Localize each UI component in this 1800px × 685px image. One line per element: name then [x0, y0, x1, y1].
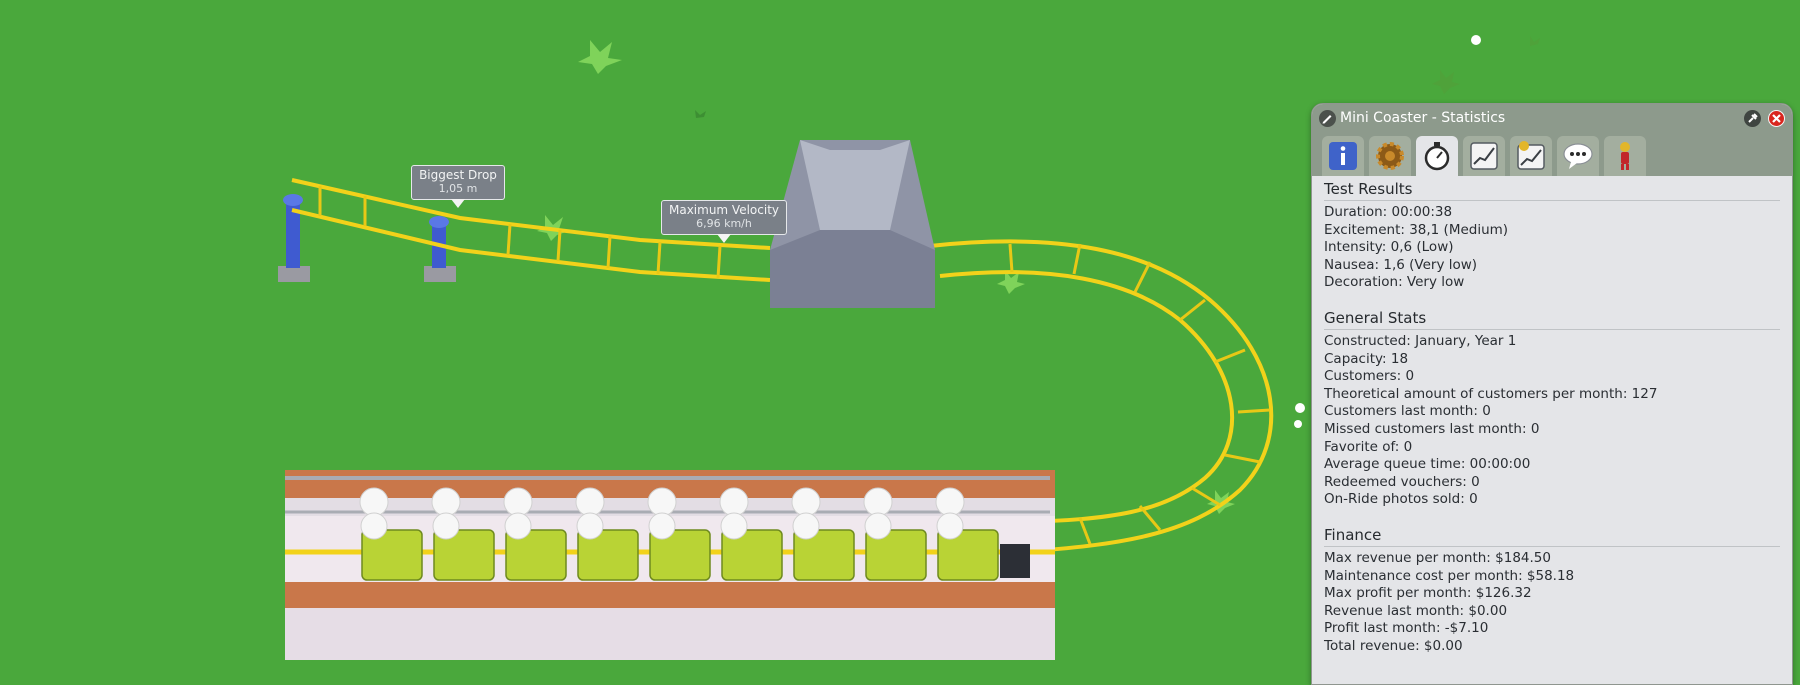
stat-max-revenue: Max revenue per month: $184.50 — [1324, 549, 1551, 566]
stat-missed-customers: Missed customers last month: 0 — [1324, 420, 1540, 437]
stat-theoretical-customers: Theoretical amount of customers per mont… — [1324, 385, 1658, 402]
stat-decoration: Decoration: Very low — [1324, 274, 1465, 291]
marker-value: 6,96 km/h — [696, 217, 752, 230]
tab-guests[interactable] — [1604, 136, 1646, 176]
statistics-content: Test Results Duration: 00:00:38 Exciteme… — [1312, 176, 1792, 684]
tab-finance-graph[interactable] — [1510, 136, 1552, 176]
general-stats-heading: General Stats — [1324, 309, 1780, 330]
gear-icon — [1376, 142, 1404, 170]
tab-info[interactable] — [1322, 136, 1364, 176]
pin-icon[interactable] — [1744, 110, 1761, 127]
stat-total-revenue: Total revenue: $0.00 — [1324, 637, 1463, 654]
finance-heading: Finance — [1324, 526, 1780, 547]
pencil-icon[interactable] — [1319, 110, 1336, 127]
test-results-heading: Test Results — [1324, 180, 1780, 201]
graph-icon — [1470, 142, 1498, 170]
stat-capacity: Capacity: 18 — [1324, 350, 1409, 367]
stat-duration: Duration: 00:00:38 — [1324, 204, 1453, 220]
stat-constructed: Constructed: January, Year 1 — [1324, 332, 1517, 349]
stat-photos-sold: On-Ride photos sold: 0 — [1324, 491, 1478, 508]
biggest-drop-marker: Biggest Drop 1,05 m — [411, 165, 505, 208]
stat-revenue-last-month: Revenue last month: $0.00 — [1324, 602, 1508, 619]
tab-statistics[interactable] — [1416, 136, 1458, 176]
tab-settings[interactable] — [1369, 136, 1411, 176]
tunnel[interactable] — [770, 140, 935, 308]
stat-excitement: Excitement: 38,1 (Medium) — [1324, 221, 1509, 238]
speech-bubble-icon — [1563, 143, 1593, 169]
stat-favorite-of: Favorite of: 0 — [1324, 438, 1413, 455]
info-icon — [1329, 142, 1357, 170]
stat-max-profit: Max profit per month: $126.32 — [1324, 585, 1532, 602]
tab-graphs[interactable] — [1463, 136, 1505, 176]
max-velocity-marker: Maximum Velocity 6,96 km/h — [661, 200, 787, 243]
stat-maintenance-cost: Maintenance cost per month: $58.18 — [1324, 567, 1575, 584]
stat-intensity: Intensity: 0,6 (Low) — [1324, 239, 1454, 256]
guest-icon — [1620, 142, 1630, 170]
window-tabs — [1312, 132, 1792, 176]
stat-customers-last-month: Customers last month: 0 — [1324, 403, 1491, 420]
window-title: Mini Coaster - Statistics — [1340, 110, 1506, 126]
tab-customer-feedback[interactable] — [1557, 136, 1599, 176]
close-icon[interactable] — [1768, 110, 1785, 127]
marker-label: Biggest Drop — [419, 168, 497, 182]
stat-redeemed-vouchers: Redeemed vouchers: 0 — [1324, 473, 1480, 490]
stat-nausea: Nausea: 1,6 (Very low) — [1324, 256, 1478, 273]
marker-label: Maximum Velocity — [668, 203, 779, 217]
marker-value: 1,05 m — [438, 182, 478, 195]
stat-profit-last-month: Profit last month: -$7.10 — [1324, 620, 1489, 637]
stat-customers: Customers: 0 — [1324, 368, 1415, 385]
stat-average-queue-time: Average queue time: 00:00:00 — [1324, 456, 1531, 473]
ride-statistics-window[interactable]: Mini Coaster - Statistics Test Results D… — [1311, 103, 1793, 685]
finance-graph-icon — [1517, 141, 1545, 170]
stopwatch-icon — [1424, 142, 1450, 171]
window-titlebar[interactable]: Mini Coaster - Statistics — [1312, 104, 1792, 132]
